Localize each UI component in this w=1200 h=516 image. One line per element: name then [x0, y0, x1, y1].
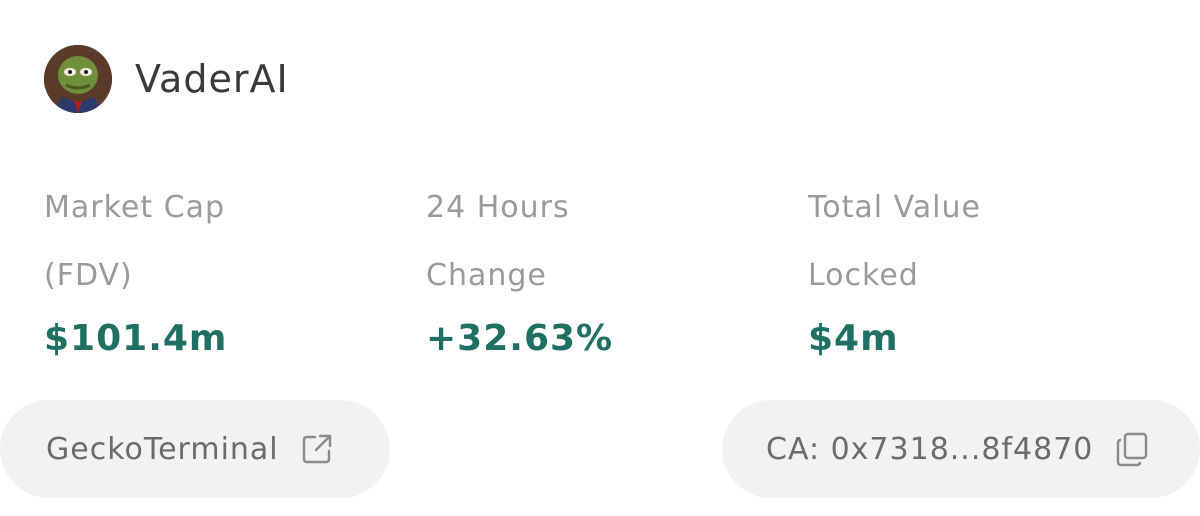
stat-market-cap: Market Cap (FDV) $101.4m: [44, 174, 374, 359]
token-name: VaderAI: [135, 57, 289, 101]
gecko-terminal-label: GeckoTerminal: [46, 431, 279, 467]
copy-icon[interactable]: [1115, 431, 1149, 467]
stat-value: $4m: [808, 318, 899, 359]
token-avatar: [44, 45, 112, 113]
stat-label: 24 Hours Change: [426, 190, 570, 293]
external-link-icon: [301, 433, 333, 465]
gecko-terminal-link[interactable]: GeckoTerminal: [0, 400, 390, 498]
token-header: VaderAI: [44, 44, 289, 114]
stat-24h-change: 24 Hours Change +32.63%: [426, 174, 756, 359]
contract-address-copy[interactable]: CA: 0x7318...8f4870: [722, 400, 1200, 498]
stat-tvl: Total Value Locked $4m: [808, 174, 1138, 359]
stat-value: $101.4m: [44, 318, 228, 359]
contract-address-label: CA: 0x7318...8f4870: [766, 431, 1094, 467]
stat-label: Market Cap (FDV): [44, 190, 226, 293]
stat-value: +32.63%: [426, 318, 614, 359]
stat-label: Total Value Locked: [808, 190, 981, 293]
